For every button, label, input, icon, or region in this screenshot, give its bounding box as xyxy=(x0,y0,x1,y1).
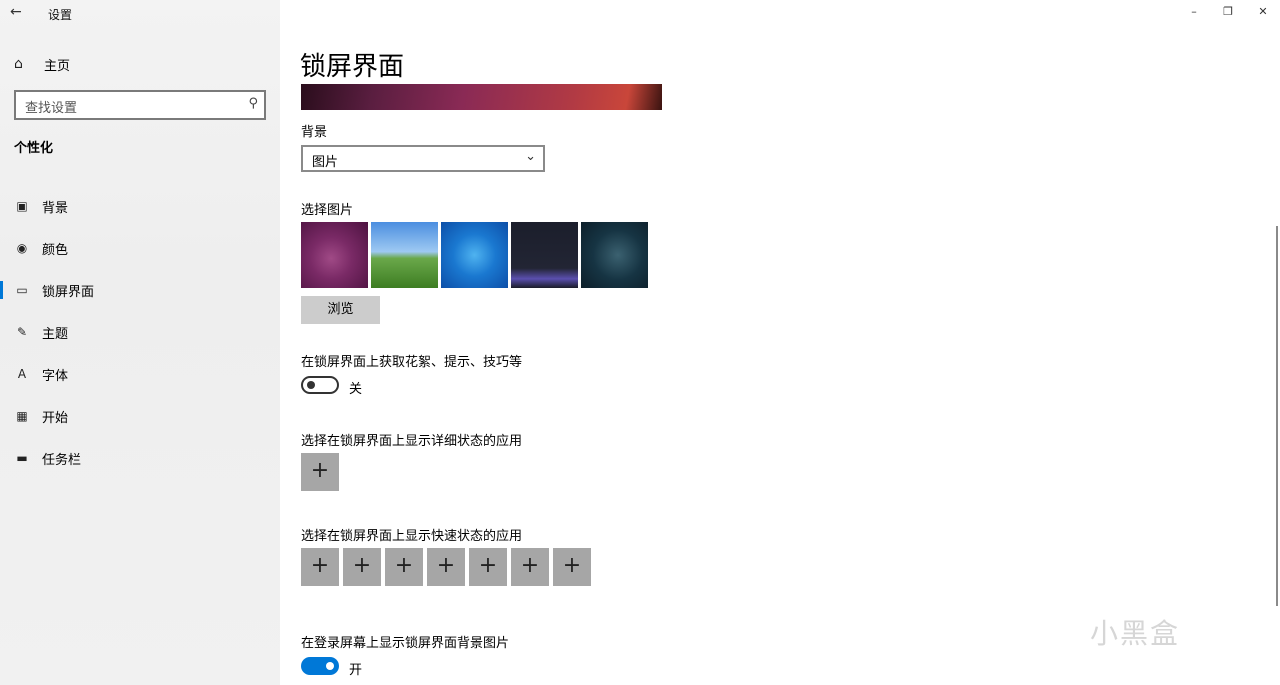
sidebar-item-taskbar[interactable]: ▬ 任务栏 xyxy=(0,437,280,479)
detailed-status-label: 选择在锁屏界面上显示详细状态的应用 xyxy=(301,434,523,449)
detailed-status-slots: + xyxy=(301,453,339,491)
signin-bg-label: 在登录屏幕上显示锁屏界面背景图片 xyxy=(301,636,510,651)
taskbar-icon: ▬ xyxy=(16,451,28,465)
fun-facts-toggle[interactable] xyxy=(301,376,339,394)
thumbnail-jellyfish[interactable] xyxy=(301,222,368,288)
signin-bg-toggle[interactable] xyxy=(301,657,339,675)
start-icon: ▦ xyxy=(16,409,28,423)
sidebar-item-label: 背景 xyxy=(42,200,69,216)
sidebar-item-label: 颜色 xyxy=(42,242,69,258)
add-quick-app-button[interactable]: + xyxy=(427,548,465,586)
close-icon[interactable]: ✕ xyxy=(1255,4,1271,20)
background-select-value: 图片 xyxy=(312,155,339,170)
sidebar-item-lock-screen[interactable]: ▭ 锁屏界面 xyxy=(0,269,280,311)
sidebar-item-fonts[interactable]: A 字体 xyxy=(0,353,280,395)
back-arrow-icon[interactable]: ← xyxy=(10,2,26,22)
add-quick-app-button[interactable]: + xyxy=(385,548,423,586)
thumbnail-windows-logo[interactable] xyxy=(581,222,648,288)
palette-icon: ◉ xyxy=(16,241,28,255)
sidebar-nav: ▣ 背景 ◉ 颜色 ▭ 锁屏界面 ✎ 主题 A 字体 ▦ 开始 ▬ 任务栏 xyxy=(0,185,280,479)
add-quick-app-button[interactable]: + xyxy=(553,548,591,586)
add-quick-app-button[interactable]: + xyxy=(343,548,381,586)
home-link[interactable]: ⌂ 主页 xyxy=(14,52,70,76)
page-title: 锁屏界面 xyxy=(300,52,405,82)
window-title: 设置 xyxy=(48,8,73,22)
sidebar-item-label: 主题 xyxy=(42,326,69,342)
font-icon: A xyxy=(17,367,27,381)
search-input[interactable]: 查找设置 ⚲ xyxy=(14,90,266,120)
fun-facts-state: 关 xyxy=(349,382,363,397)
signin-bg-state: 开 xyxy=(349,663,363,678)
quick-status-slots: + + + + + + + xyxy=(301,548,591,586)
scrollbar[interactable] xyxy=(1276,226,1278,606)
browse-button[interactable]: 浏览 xyxy=(301,296,380,324)
chevron-down-icon: ⌄ xyxy=(525,149,536,164)
minimize-icon[interactable]: – xyxy=(1186,4,1202,20)
settings-window: ← 设置 ⌂ 主页 查找设置 ⚲ 个性化 ▣ 背景 ◉ 颜色 ▭ 锁屏界面 ✎ … xyxy=(0,0,1280,685)
restore-icon[interactable]: ❐ xyxy=(1220,4,1236,20)
picture-icon: ▣ xyxy=(16,199,28,213)
thumbnail-windows7[interactable] xyxy=(441,222,508,288)
search-icon[interactable]: ⚲ xyxy=(248,96,258,111)
choose-picture-label: 选择图片 xyxy=(301,203,354,218)
thumbnail-bliss[interactable] xyxy=(371,222,438,288)
add-quick-app-button[interactable]: + xyxy=(301,548,339,586)
quick-status-label: 选择在锁屏界面上显示快速状态的应用 xyxy=(301,529,523,544)
search-placeholder: 查找设置 xyxy=(25,101,78,116)
sidebar-item-label: 字体 xyxy=(42,368,69,384)
home-icon: ⌂ xyxy=(14,56,23,72)
add-quick-app-button[interactable]: + xyxy=(469,548,507,586)
theme-icon: ✎ xyxy=(16,325,28,339)
sidebar-item-themes[interactable]: ✎ 主题 xyxy=(0,311,280,353)
add-detailed-app-button[interactable]: + xyxy=(301,453,339,491)
sidebar-item-label: 任务栏 xyxy=(42,452,82,468)
home-label: 主页 xyxy=(44,58,71,74)
section-title: 个性化 xyxy=(14,141,54,156)
lock-screen-preview xyxy=(301,84,662,110)
add-quick-app-button[interactable]: + xyxy=(511,548,549,586)
background-label: 背景 xyxy=(301,125,328,140)
sidebar-item-colors[interactable]: ◉ 颜色 xyxy=(0,227,280,269)
background-select[interactable]: 图片 ⌄ xyxy=(301,145,545,172)
sidebar-item-label: 锁屏界面 xyxy=(42,284,95,300)
sidebar-item-label: 开始 xyxy=(42,410,69,426)
sidebar-item-background[interactable]: ▣ 背景 xyxy=(0,185,280,227)
fun-facts-label: 在锁屏界面上获取花絮、提示、技巧等 xyxy=(301,355,523,370)
lock-screen-icon: ▭ xyxy=(16,283,28,297)
sidebar: ← 设置 ⌂ 主页 查找设置 ⚲ 个性化 ▣ 背景 ◉ 颜色 ▭ 锁屏界面 ✎ … xyxy=(0,0,280,685)
sidebar-item-start[interactable]: ▦ 开始 xyxy=(0,395,280,437)
thumbnail-dark-square[interactable] xyxy=(511,222,578,288)
watermark: 小黑盒 xyxy=(1090,617,1181,650)
picture-thumbnails xyxy=(301,222,648,288)
